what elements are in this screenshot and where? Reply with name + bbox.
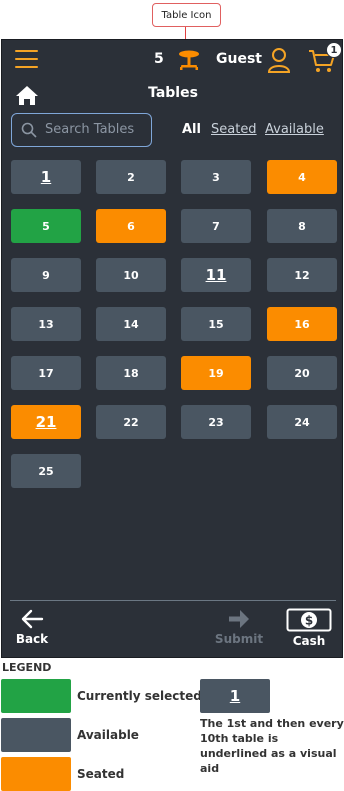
table-icon[interactable] <box>177 49 201 71</box>
table-tile[interactable]: 16 <box>267 307 337 341</box>
user-icon[interactable] <box>267 47 291 73</box>
top-bar: 5 Guest 1 <box>2 40 344 80</box>
guest-count: 5 <box>154 51 164 67</box>
legend-title: LEGEND <box>2 661 52 674</box>
submit-arrow-icon <box>229 610 249 628</box>
search-icon <box>21 122 37 138</box>
table-tile[interactable]: 4 <box>267 160 337 194</box>
table-tile[interactable]: 25 <box>11 454 81 488</box>
legend-seated-swatch <box>1 757 71 791</box>
back-label: Back <box>15 632 49 646</box>
table-tile[interactable]: 19 <box>181 356 251 390</box>
cash-label: Cash <box>292 634 326 648</box>
table-tile[interactable]: 14 <box>96 307 166 341</box>
table-tile[interactable]: 3 <box>181 160 251 194</box>
table-tile[interactable]: 7 <box>181 209 251 243</box>
search-placeholder: Search Tables <box>45 122 135 137</box>
table-tile[interactable]: 23 <box>181 405 251 439</box>
app-screen: 5 Guest 1 Tables Search Tables All Seate… <box>1 39 343 658</box>
table-tile[interactable]: 11 <box>181 258 251 292</box>
table-tile[interactable]: 8 <box>267 209 337 243</box>
cart-count-badge: 1 <box>326 42 342 58</box>
page-title: Tables <box>148 85 198 101</box>
table-tile[interactable]: 2 <box>96 160 166 194</box>
cash-button[interactable]: $ Cash <box>283 608 335 654</box>
legend-marker-tile: 1 <box>200 679 270 713</box>
table-tile[interactable]: 5 <box>11 209 81 243</box>
submit-label: Submit <box>214 632 264 646</box>
cash-icon: $ <box>286 608 332 632</box>
svg-text:$: $ <box>305 614 313 628</box>
table-tile[interactable]: 12 <box>267 258 337 292</box>
table-tile[interactable]: 13 <box>11 307 81 341</box>
table-tile[interactable]: 15 <box>181 307 251 341</box>
back-button[interactable]: Back <box>10 608 54 654</box>
legend-marker-note: The 1st and then every 10th table is und… <box>200 717 344 775</box>
table-tile[interactable]: 18 <box>96 356 166 390</box>
back-arrow-icon <box>21 609 44 629</box>
legend-selected-label: Currently selected <box>77 689 202 703</box>
legend-selected-swatch <box>1 679 71 713</box>
table-tile[interactable]: 9 <box>11 258 81 292</box>
table-tile[interactable]: 1 <box>11 160 81 194</box>
table-icon-callout: Table Icon <box>152 3 221 27</box>
guest-label[interactable]: Guest <box>216 51 262 67</box>
legend-available-swatch <box>1 718 71 752</box>
filter-all[interactable]: All <box>182 122 201 137</box>
table-tile[interactable]: 10 <box>96 258 166 292</box>
filter-seated[interactable]: Seated <box>211 122 257 137</box>
table-tile[interactable]: 21 <box>11 405 81 439</box>
table-tile[interactable]: 6 <box>96 209 166 243</box>
legend-seated-label: Seated <box>77 767 125 781</box>
table-tile[interactable]: 20 <box>267 356 337 390</box>
menu-icon[interactable] <box>15 50 38 68</box>
legend-available-label: Available <box>77 728 139 742</box>
table-tile[interactable]: 17 <box>11 356 81 390</box>
table-tile[interactable]: 22 <box>96 405 166 439</box>
footer-divider <box>10 600 336 601</box>
filter-available[interactable]: Available <box>265 122 324 137</box>
table-tile[interactable]: 24 <box>267 405 337 439</box>
search-input[interactable]: Search Tables <box>11 113 152 147</box>
submit-button[interactable]: Submit <box>212 608 266 654</box>
